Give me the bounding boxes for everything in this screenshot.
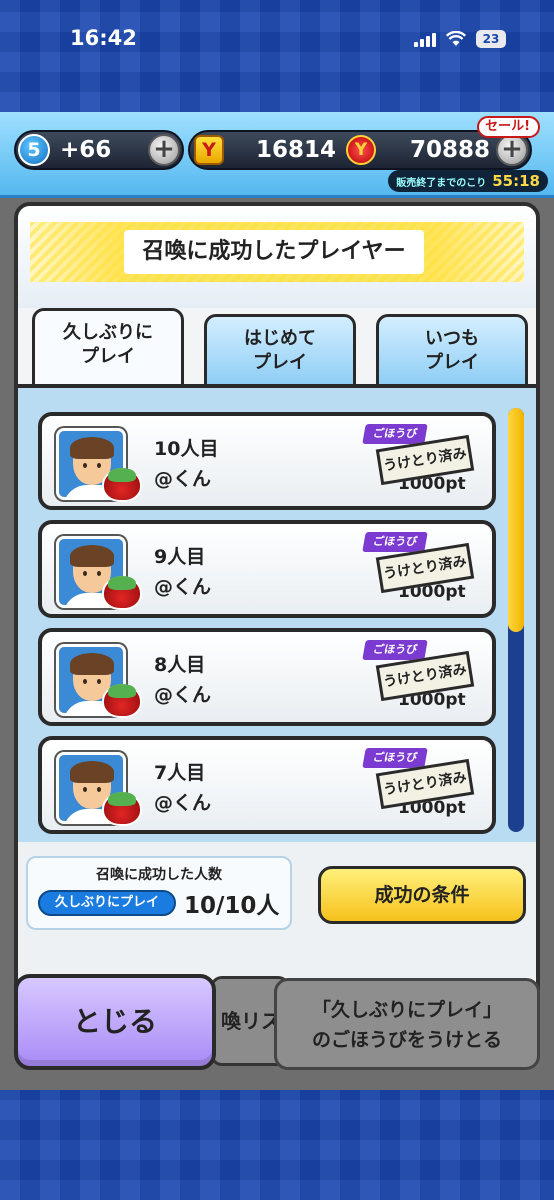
scrollbar-thumb[interactable] bbox=[508, 408, 524, 632]
sale-timer-label: 販売終了までのこり bbox=[396, 177, 487, 189]
receive-reward-line1: 「久しぶりにプレイ」 bbox=[311, 999, 502, 1021]
stamina-pill: 5 +66 + bbox=[14, 130, 184, 170]
y-coin-icon: Y bbox=[194, 135, 224, 165]
tab-returning-play[interactable]: 久しぶりに プレイ bbox=[32, 308, 184, 388]
success-count-label: 召喚に成功した人数 bbox=[96, 867, 222, 883]
reward-badge: ごほうび bbox=[362, 640, 428, 660]
add-stamina-button[interactable]: + bbox=[148, 134, 180, 166]
success-count-value: 10/10人 bbox=[184, 893, 280, 919]
currency-pill: Y 16814 Y 70888 + bbox=[188, 130, 532, 170]
player-name: @くん bbox=[154, 684, 212, 706]
list-item[interactable]: 10人目 @くん ごほうび 1000pt うけとり済み bbox=[38, 412, 496, 510]
player-name: @くん bbox=[154, 576, 212, 598]
yokai-icon bbox=[102, 576, 142, 610]
panel-title: 召喚に成功したプレイヤー bbox=[124, 230, 424, 274]
reward-badge: ごほうび bbox=[362, 748, 428, 768]
sale-timer: 販売終了までのこり 55:18 bbox=[388, 170, 548, 192]
list-item[interactable]: 7人目 @くん ごほうび 1000pt うけとり済み bbox=[38, 736, 496, 834]
list-item[interactable]: 8人目 @くん ごほうび 1000pt うけとり済み bbox=[38, 628, 496, 726]
bottom-background bbox=[0, 1090, 554, 1200]
player-count: 8人目 bbox=[154, 654, 206, 676]
stamina-value: +66 bbox=[60, 137, 112, 163]
signal-icon bbox=[414, 31, 436, 47]
sale-badge[interactable]: セール! bbox=[477, 116, 540, 138]
player-name: @くん bbox=[154, 468, 212, 490]
receive-reward-button[interactable]: 「久しぶりにプレイ」 のごほうびをうけとる bbox=[274, 978, 540, 1070]
summon-players-panel: 召喚に成功したプレイヤー 久しぶりに プレイ はじめて プレイ いつも プレイ … bbox=[14, 202, 540, 1060]
reward-badge: ごほうび bbox=[362, 424, 428, 444]
currency-bar: 5 +66 + Y 16814 Y 70888 + セール! 販売終了までのこり… bbox=[0, 112, 554, 198]
title-banner: 召喚に成功したプレイヤー bbox=[30, 222, 524, 282]
list-item[interactable]: 9人目 @くん ごほうび 1000pt うけとり済み bbox=[38, 520, 496, 618]
success-count-category: 久しぶりにプレイ bbox=[38, 890, 176, 916]
reward-badge: ごほうび bbox=[362, 532, 428, 552]
success-count-box: 召喚に成功した人数 久しぶりにプレイ 10/10人 bbox=[26, 856, 292, 930]
battery-icon: 23 bbox=[476, 30, 506, 48]
player-count: 7人目 bbox=[154, 762, 206, 784]
success-conditions-button[interactable]: 成功の条件 bbox=[318, 866, 526, 924]
money-icon: Y bbox=[346, 135, 376, 165]
receive-reward-line2: のごほうびをうけとる bbox=[311, 1029, 502, 1051]
game-screen: 5 +66 + Y 16814 Y 70888 + セール! 販売終了までのこり… bbox=[0, 112, 554, 1090]
level-badge: 5 bbox=[18, 134, 50, 166]
player-name: @くん bbox=[154, 792, 212, 814]
yokai-icon bbox=[102, 792, 142, 826]
top-background bbox=[0, 0, 554, 112]
close-button[interactable]: とじる bbox=[14, 974, 216, 1070]
tab-first-play[interactable]: はじめて プレイ bbox=[204, 314, 356, 386]
sale-timer-value: 55:18 bbox=[492, 172, 540, 190]
coin-value: 16814 bbox=[256, 137, 337, 163]
yokai-icon bbox=[102, 684, 142, 718]
player-count: 9人目 bbox=[154, 546, 206, 568]
status-icons: 23 bbox=[414, 30, 506, 48]
status-time: 16:42 bbox=[70, 26, 137, 50]
player-count: 10人目 bbox=[154, 438, 219, 460]
add-money-button[interactable]: + bbox=[496, 134, 528, 166]
scrollbar[interactable] bbox=[508, 408, 524, 832]
money-value: 70888 bbox=[410, 137, 491, 163]
panel-header: 召喚に成功したプレイヤー bbox=[18, 206, 536, 308]
yokai-icon bbox=[102, 468, 142, 502]
wifi-icon bbox=[445, 30, 467, 47]
player-list[interactable]: 10人目 @くん ごほうび 1000pt うけとり済み 9人目 @くん ごほうび… bbox=[18, 388, 536, 842]
tab-bar: 久しぶりに プレイ はじめて プレイ いつも プレイ bbox=[18, 304, 536, 388]
tab-always-play[interactable]: いつも プレイ bbox=[376, 314, 528, 386]
